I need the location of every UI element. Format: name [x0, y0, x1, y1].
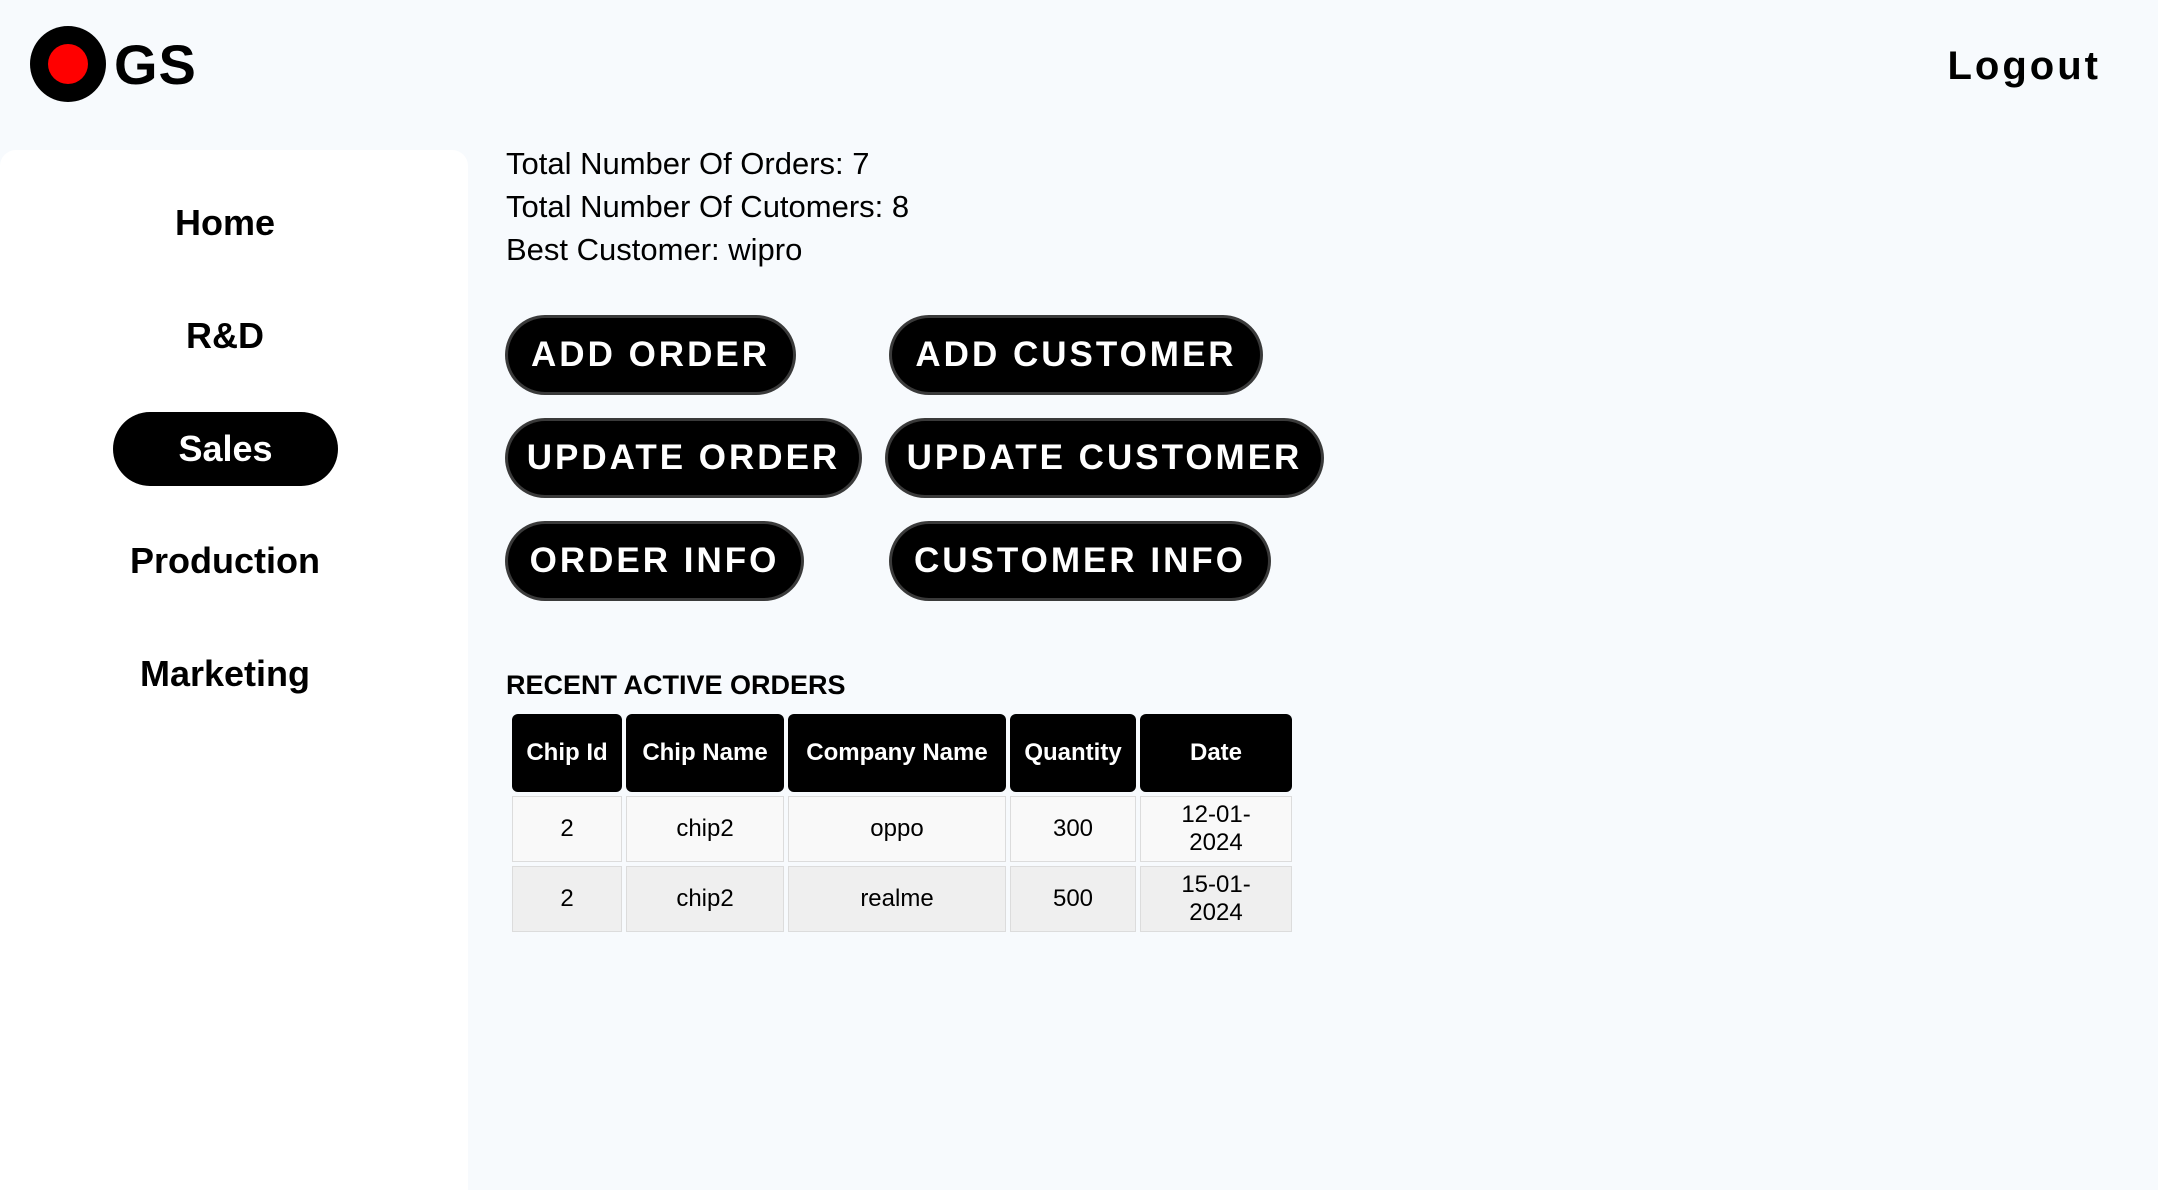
- update-order-button[interactable]: UPDATE ORDER: [508, 421, 859, 495]
- logo: GS: [30, 26, 197, 102]
- column-header-quantity: Quantity: [1010, 714, 1136, 792]
- sidebar-item-rnd[interactable]: R&D: [0, 315, 450, 357]
- cell-chip-name: chip2: [626, 796, 784, 862]
- logout-link[interactable]: Logout: [1948, 44, 2102, 89]
- table-row: 2 chip2 realme 500 15-01-2024: [512, 866, 1292, 932]
- table-header-row: Chip Id Chip Name Company Name Quantity …: [512, 714, 1292, 792]
- sidebar-item-marketing[interactable]: Marketing: [0, 653, 450, 695]
- column-header-company-name: Company Name: [788, 714, 1006, 792]
- cell-company-name: realme: [788, 866, 1006, 932]
- cell-quantity: 300: [1010, 796, 1136, 862]
- add-order-button[interactable]: ADD ORDER: [508, 318, 793, 392]
- cell-chip-id: 2: [512, 796, 622, 862]
- add-customer-button[interactable]: ADD CUSTOMER: [892, 318, 1260, 392]
- cell-quantity: 500: [1010, 866, 1136, 932]
- column-header-chip-id: Chip Id: [512, 714, 622, 792]
- logo-mark-icon: [30, 26, 106, 102]
- table-row: 2 chip2 oppo 300 12-01-2024: [512, 796, 1292, 862]
- cell-chip-id: 2: [512, 866, 622, 932]
- logo-dot: [48, 44, 88, 84]
- sidebar-item-production[interactable]: Production: [0, 540, 450, 582]
- customer-info-button[interactable]: CUSTOMER INFO: [892, 524, 1268, 598]
- recent-orders-table: Chip Id Chip Name Company Name Quantity …: [508, 710, 1296, 936]
- total-orders-text: Total Number Of Orders: 7: [506, 146, 870, 181]
- cell-date: 15-01-2024: [1140, 866, 1292, 932]
- cell-date: 12-01-2024: [1140, 796, 1292, 862]
- recent-orders-title: RECENT ACTIVE ORDERS: [506, 670, 846, 700]
- logo-text: GS: [114, 32, 197, 96]
- cell-company-name: oppo: [788, 796, 1006, 862]
- column-header-chip-name: Chip Name: [626, 714, 784, 792]
- total-customers-text: Total Number Of Cutomers: 8: [506, 189, 910, 224]
- stats-summary: Total Number Of Orders: 7 Total Number O…: [506, 142, 909, 271]
- column-header-date: Date: [1140, 714, 1292, 792]
- best-customer-text: Best Customer: wipro: [506, 232, 803, 267]
- sidebar: Home R&D Sales Production Marketing: [0, 150, 468, 1190]
- order-info-button[interactable]: ORDER INFO: [508, 524, 801, 598]
- sidebar-item-home[interactable]: Home: [0, 202, 450, 244]
- cell-chip-name: chip2: [626, 866, 784, 932]
- sidebar-item-sales[interactable]: Sales: [113, 412, 338, 486]
- update-customer-button[interactable]: UPDATE CUSTOMER: [888, 421, 1321, 495]
